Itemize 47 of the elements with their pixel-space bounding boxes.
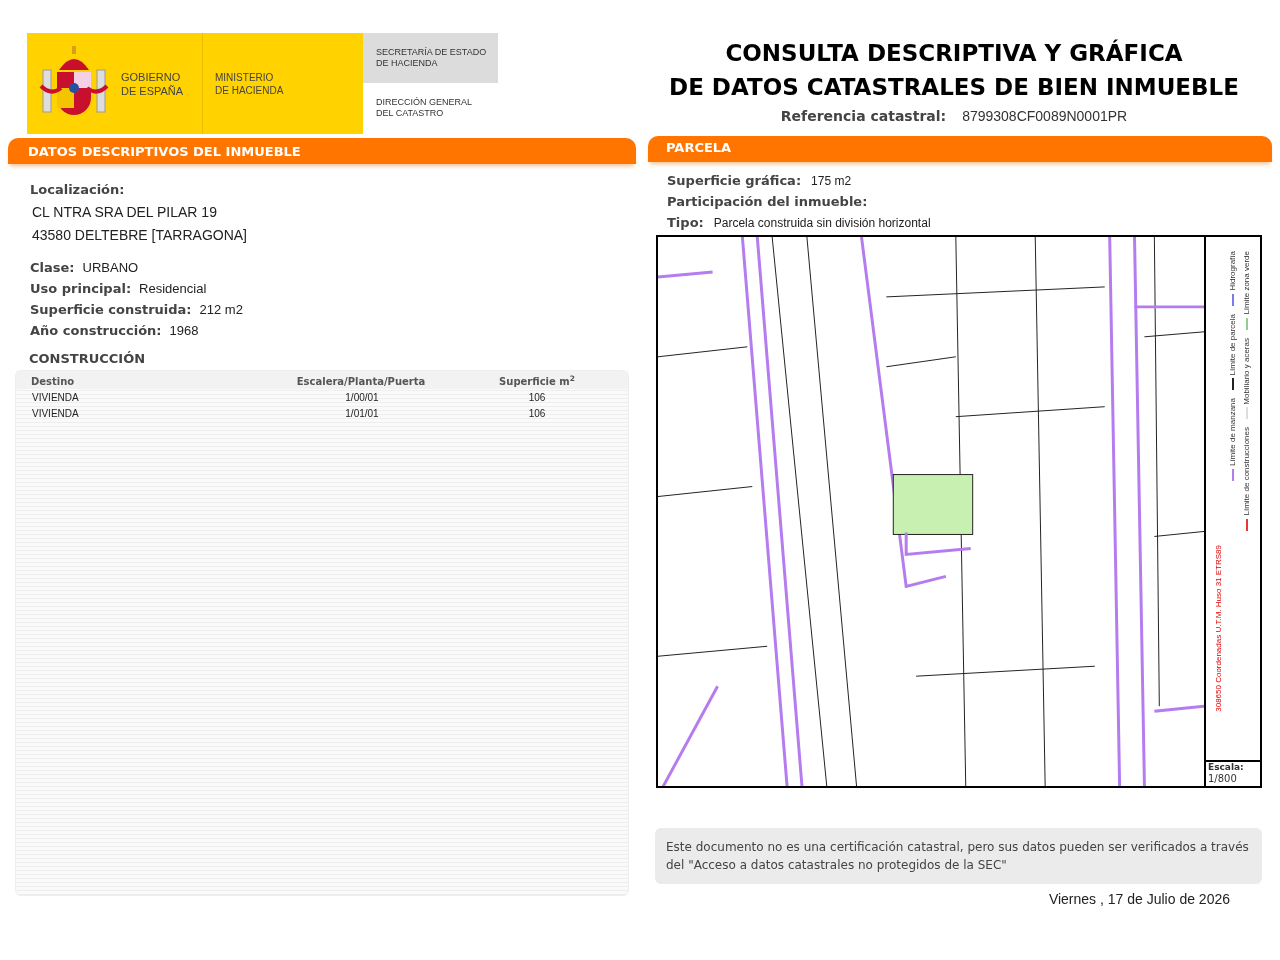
- field-value: 212 m2: [199, 300, 243, 319]
- table-cell-text: 1/00/01: [344, 390, 380, 405]
- legend-label: Hidrografía: [1227, 251, 1238, 291]
- section-title: PARCELA: [666, 138, 732, 157]
- column-header: Superficie m$^{2}$: [498, 374, 576, 389]
- legend-label: Límite zona verde: [1241, 251, 1252, 315]
- legend-label: Límite de construcciones: [1241, 427, 1252, 516]
- date-text: Viernes , 17 de Julio de 2026: [1048, 890, 1230, 909]
- table-cell-text: 1/01/01: [344, 406, 380, 421]
- secretariat-name: SECRETARÍA DE ESTADO DE HACIENDA: [376, 47, 488, 69]
- table-cell-text: VIVIENDA: [32, 390, 80, 405]
- field-label: Clase:: [30, 258, 75, 277]
- field-value: 175 m2: [811, 173, 852, 190]
- field-label: Participación del inmueble:: [667, 193, 868, 211]
- construction-heading: CONSTRUCCIÓN: [29, 349, 147, 368]
- field-label: Superficie construida:: [30, 300, 192, 319]
- reference-value: 8799308CF0089N0001PR: [962, 107, 1128, 126]
- legend-label: Límite de manzana: [1227, 397, 1238, 466]
- notice-text: Este documento no es una certificación catastral, pero sus datos pueden ser verificados a través del "Acceso a datos catastrales no protegidos de la SEC": [666, 839, 1250, 874]
- field-value: Parcela construida sin división horizontal: [713, 215, 931, 232]
- field-label: Superficie gráfica:: [667, 172, 802, 190]
- field-label: Uso principal:: [30, 279, 132, 298]
- column-header: Destino: [31, 375, 76, 389]
- document-title: DE DATOS CATASTRALES DE BIEN INMUEBLE: [669, 73, 1239, 102]
- table-cell-text: VIVIENDA: [32, 406, 80, 421]
- column-header: Escalera/Planta/Puerta: [295, 375, 427, 389]
- location-line: 43580 DELTEBRE [TARRAGONA]: [32, 225, 248, 245]
- field-value: URBANO: [82, 258, 139, 277]
- reference-label: Referencia catastral:: [780, 107, 947, 126]
- scale-label: Escala:: [1208, 762, 1245, 773]
- section-title: DATOS DESCRIPTIVOS DEL INMUEBLE: [28, 142, 301, 161]
- table-cell-text: 106: [527, 406, 547, 421]
- legend-label: Mobiliario y aceras: [1241, 337, 1252, 405]
- directorate-name: DIRECCIÓN GENERAL DEL CATASTRO: [376, 97, 474, 119]
- legend-label: Límite de parcela: [1227, 313, 1238, 375]
- field-value: 1968: [169, 321, 199, 340]
- ministry-name: MINISTERIO DE HACIENDA: [215, 70, 284, 97]
- field-label: Año construcción:: [30, 321, 162, 340]
- location-line: CL NTRA SRA DEL PILAR 19: [32, 202, 218, 222]
- table-cell-text: 106: [527, 390, 547, 405]
- field-value: Residencial: [139, 279, 207, 298]
- field-label: Tipo:: [667, 214, 704, 232]
- government-name: GOBIERNO DE ESPAÑA: [121, 69, 184, 98]
- document-title: CONSULTA DESCRIPTIVA Y GRÁFICA: [725, 38, 1183, 68]
- scale-value: 1/800: [1208, 773, 1238, 784]
- location-label: Localización:: [30, 181, 126, 199]
- coordinates-note: 308650 Coordenadas U.T.M. Huso 31 ETRS89: [1213, 545, 1224, 712]
